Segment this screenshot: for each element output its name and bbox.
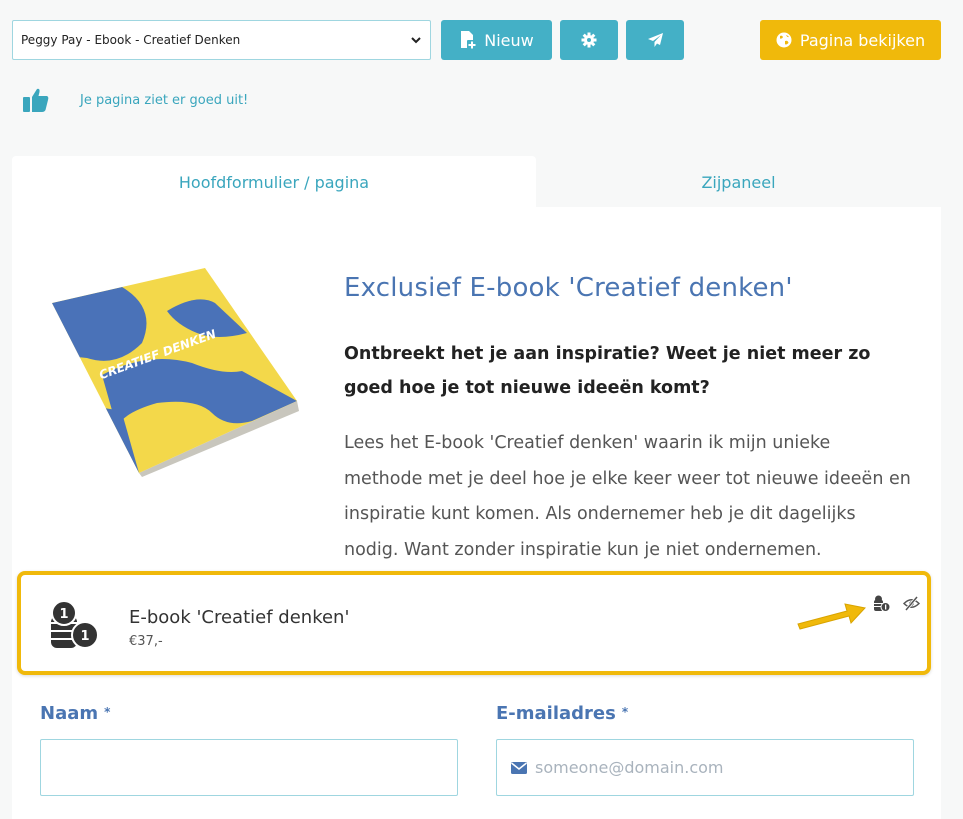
page-body-text: Lees het E-book 'Creatief denken' waarin… <box>344 433 911 560</box>
payment-settings-icon[interactable] <box>873 595 891 613</box>
thumbs-up-icon <box>23 88 49 112</box>
product-name: E-book 'Creatief denken' <box>129 607 350 628</box>
new-page-button[interactable]: Nieuw <box>441 20 552 60</box>
status-message: Je pagina ziet er goed uit! <box>22 86 248 114</box>
view-page-button[interactable]: Pagina bekijken <box>760 20 941 60</box>
required-marker: * <box>621 705 629 719</box>
ebook-cover-image: CREATIEF DENKEN <box>52 268 299 477</box>
page-select[interactable]: Peggy Pay - Ebook - Creatief Denken <box>12 20 431 60</box>
name-label-text: Naam <box>40 703 99 724</box>
tab-main-form[interactable]: Hoofdformulier / pagina <box>12 156 536 208</box>
email-label: E-mailadres * <box>496 703 628 724</box>
name-label: Naam * <box>40 703 110 724</box>
email-field[interactable]: someone@domain.com <box>496 739 914 796</box>
tab-side-panel-label: Zijpaneel <box>701 172 776 192</box>
required-marker: * <box>104 705 111 719</box>
status-text: Je pagina ziet er goed uit! <box>80 92 249 108</box>
paper-plane-icon <box>647 33 663 47</box>
eye-slash-icon[interactable] <box>903 596 920 611</box>
page-headline: Exclusief E-book 'Creatief denken' <box>344 273 793 303</box>
tab-side-panel[interactable]: Zijpaneel <box>536 156 941 208</box>
new-file-icon <box>461 31 478 50</box>
svg-text:1: 1 <box>59 607 68 622</box>
view-page-label: Pagina bekijken <box>799 30 926 50</box>
name-field[interactable] <box>40 739 458 796</box>
svg-text:1: 1 <box>80 629 89 644</box>
page-select-value: Peggy Pay - Ebook - Creatief Denken <box>21 33 241 47</box>
arrow-pointer-icon <box>797 603 866 630</box>
settings-button[interactable] <box>560 20 618 60</box>
tab-main-form-label: Hoofdformulier / pagina <box>178 172 370 192</box>
globe-icon <box>776 32 792 48</box>
main-panel: CREATIEF DENKEN Exclusief E-book 'Creati… <box>12 207 941 819</box>
new-page-label: Nieuw <box>484 30 534 50</box>
email-placeholder: someone@domain.com <box>535 758 724 777</box>
publish-button[interactable] <box>626 20 684 60</box>
product-price: €37,- <box>129 634 163 649</box>
email-label-text: E-mailadres <box>496 703 616 724</box>
coins-icon: 1 1 <box>51 600 99 649</box>
tab-bar: Hoofdformulier / pagina Zijpaneel <box>12 156 941 208</box>
toolbar: Peggy Pay - Ebook - Creatief Denken Nieu… <box>12 20 941 60</box>
product-card[interactable]: 1 1 E-book 'Creatief denken' €37,- <box>17 571 931 675</box>
chevron-down-icon <box>411 37 421 44</box>
page-subheadline: Ontbreekt het je aan inspiratie? Weet je… <box>344 344 871 398</box>
envelope-icon <box>511 761 527 774</box>
gear-icon <box>581 32 597 48</box>
